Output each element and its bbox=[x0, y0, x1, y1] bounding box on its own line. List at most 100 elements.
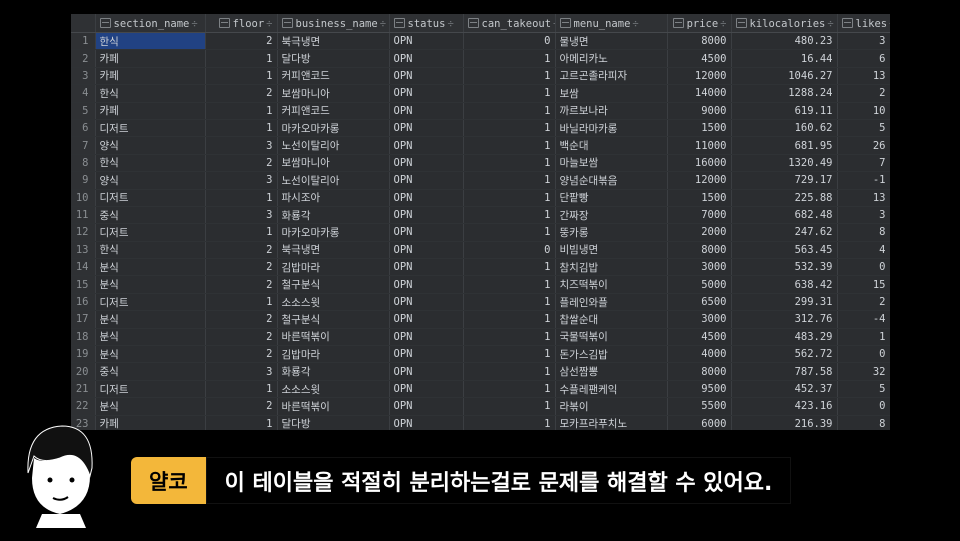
cell-kilocalories[interactable]: 1288.24 bbox=[731, 84, 838, 103]
cell-floor[interactable]: 1 bbox=[205, 67, 278, 86]
cell-can-takeout[interactable]: 1 bbox=[463, 328, 556, 347]
cell-status[interactable]: OPN bbox=[389, 49, 464, 68]
column-header-can-takeout[interactable]: can_takeout÷ bbox=[463, 14, 556, 33]
cell-floor[interactable]: 1 bbox=[205, 119, 278, 138]
cell-section-name[interactable]: 양식 bbox=[95, 136, 206, 155]
cell-price[interactable]: 7000 bbox=[667, 206, 732, 225]
cell-floor[interactable]: 3 bbox=[205, 362, 278, 381]
cell-kilocalories[interactable]: 483.29 bbox=[731, 328, 838, 347]
cell-business-name[interactable]: 화룡각 bbox=[277, 206, 390, 225]
cell-status[interactable]: OPN bbox=[389, 397, 464, 416]
cell-status[interactable]: OPN bbox=[389, 171, 464, 190]
cell-menu-name[interactable]: 보쌈 bbox=[555, 84, 668, 103]
cell-can-takeout[interactable]: 1 bbox=[463, 189, 556, 207]
cell-status[interactable]: OPN bbox=[389, 189, 464, 207]
cell-status[interactable]: OPN bbox=[389, 328, 464, 347]
cell-floor[interactable]: 2 bbox=[205, 241, 278, 260]
cell-section-name[interactable]: 한식 bbox=[95, 32, 206, 51]
cell-can-takeout[interactable]: 1 bbox=[463, 362, 556, 381]
column-header-business-name[interactable]: business_name ÷ bbox=[277, 14, 390, 33]
cell-menu-name[interactable]: 참치김밥 bbox=[555, 258, 668, 277]
cell-likes[interactable]: 13 bbox=[837, 67, 890, 86]
cell-kilocalories[interactable]: 312.76 bbox=[731, 310, 838, 329]
cell-business-name[interactable]: 커피앤코드 bbox=[277, 102, 390, 120]
cell-price[interactable]: 11000 bbox=[667, 136, 732, 155]
cell-kilocalories[interactable]: 1320.49 bbox=[731, 154, 838, 173]
cell-price[interactable]: 4000 bbox=[667, 345, 732, 364]
cell-section-name[interactable]: 분식 bbox=[95, 328, 206, 347]
cell-floor[interactable]: 3 bbox=[205, 171, 278, 190]
cell-likes[interactable]: 7 bbox=[837, 154, 890, 173]
table-row[interactable]: 17 분식 2 철구분식 OPN 1 찹쌀순대 3000 312.76 -4 bbox=[71, 310, 890, 329]
cell-kilocalories[interactable]: 247.62 bbox=[731, 223, 838, 242]
cell-likes[interactable]: 2 bbox=[837, 293, 890, 312]
cell-likes[interactable]: 0 bbox=[837, 345, 890, 364]
cell-menu-name[interactable]: 고르곤졸라피자 bbox=[555, 67, 668, 86]
column-header-likes[interactable]: likes÷ bbox=[837, 14, 890, 33]
table-row[interactable]: 6 디저트 1 마카오마카롱 OPN 1 바닐라마카롱 1500 160.62 5 bbox=[71, 119, 890, 138]
cell-status[interactable]: OPN bbox=[389, 102, 464, 120]
table-row[interactable]: 7 양식 3 노선이탈리아 OPN 1 백순대 11000 681.95 26 bbox=[71, 136, 890, 155]
cell-business-name[interactable]: 보쌈마니아 bbox=[277, 84, 390, 103]
cell-business-name[interactable]: 소소스윗 bbox=[277, 380, 390, 399]
cell-menu-name[interactable]: 백순대 bbox=[555, 136, 668, 155]
cell-business-name[interactable]: 노선이탈리아 bbox=[277, 136, 390, 155]
cell-section-name[interactable]: 카페 bbox=[95, 67, 206, 86]
cell-can-takeout[interactable]: 1 bbox=[463, 415, 556, 430]
cell-status[interactable]: OPN bbox=[389, 258, 464, 277]
cell-menu-name[interactable]: 돈가스김밥 bbox=[555, 345, 668, 364]
cell-floor[interactable]: 2 bbox=[205, 154, 278, 173]
cell-business-name[interactable]: 파시조아 bbox=[277, 189, 390, 207]
cell-price[interactable]: 2000 bbox=[667, 223, 732, 242]
cell-menu-name[interactable]: 마늘보쌈 bbox=[555, 154, 668, 173]
cell-price[interactable]: 1500 bbox=[667, 189, 732, 207]
cell-price[interactable]: 3000 bbox=[667, 310, 732, 329]
cell-kilocalories[interactable]: 729.17 bbox=[731, 171, 838, 190]
cell-floor[interactable]: 2 bbox=[205, 275, 278, 294]
cell-floor[interactable]: 1 bbox=[205, 49, 278, 68]
table-row[interactable]: 5 카페 1 커피앤코드 OPN 1 까르보나라 9000 619.11 10 bbox=[71, 102, 890, 120]
cell-floor[interactable]: 1 bbox=[205, 415, 278, 430]
cell-menu-name[interactable]: 까르보나라 bbox=[555, 102, 668, 120]
cell-likes[interactable]: 8 bbox=[837, 223, 890, 242]
cell-status[interactable]: OPN bbox=[389, 154, 464, 173]
cell-kilocalories[interactable]: 299.31 bbox=[731, 293, 838, 312]
sort-icon[interactable]: ÷ bbox=[889, 18, 890, 30]
cell-kilocalories[interactable]: 216.39 bbox=[731, 415, 838, 430]
cell-can-takeout[interactable]: 1 bbox=[463, 119, 556, 138]
cell-business-name[interactable]: 북극냉면 bbox=[277, 32, 390, 51]
cell-section-name[interactable]: 한식 bbox=[95, 84, 206, 103]
cell-menu-name[interactable]: 바닐라마카롱 bbox=[555, 119, 668, 138]
cell-business-name[interactable]: 김밥마라 bbox=[277, 258, 390, 277]
table-row[interactable]: 18 분식 2 바른떡볶이 OPN 1 국물떡볶이 4500 483.29 1 bbox=[71, 328, 890, 347]
cell-can-takeout[interactable]: 1 bbox=[463, 223, 556, 242]
table-row[interactable]: 4 한식 2 보쌈마니아 OPN 1 보쌈 14000 1288.24 2 bbox=[71, 84, 890, 103]
cell-business-name[interactable]: 북극냉면 bbox=[277, 241, 390, 260]
cell-business-name[interactable]: 마카오마카롱 bbox=[277, 223, 390, 242]
sort-icon[interactable]: ÷ bbox=[720, 18, 726, 30]
cell-business-name[interactable]: 바른떡볶이 bbox=[277, 397, 390, 416]
cell-kilocalories[interactable]: 562.72 bbox=[731, 345, 838, 364]
cell-section-name[interactable]: 분식 bbox=[95, 345, 206, 364]
cell-menu-name[interactable]: 국물떡볶이 bbox=[555, 328, 668, 347]
cell-kilocalories[interactable]: 681.95 bbox=[731, 136, 838, 155]
cell-can-takeout[interactable]: 1 bbox=[463, 275, 556, 294]
cell-likes[interactable]: 4 bbox=[837, 241, 890, 260]
query-result-grid[interactable]: section_name ÷ floor ÷ business_name ÷ status ÷… bbox=[71, 14, 890, 430]
cell-floor[interactable]: 3 bbox=[205, 136, 278, 155]
column-header-section-name[interactable]: section_name ÷ bbox=[95, 14, 206, 33]
cell-likes[interactable]: 8 bbox=[837, 415, 890, 430]
cell-status[interactable]: OPN bbox=[389, 119, 464, 138]
cell-likes[interactable]: -1 bbox=[837, 171, 890, 190]
cell-menu-name[interactable]: 삼선짬뽕 bbox=[555, 362, 668, 381]
cell-likes[interactable]: 32 bbox=[837, 362, 890, 381]
sort-icon[interactable]: ÷ bbox=[266, 18, 272, 30]
cell-kilocalories[interactable]: 619.11 bbox=[731, 102, 838, 120]
cell-business-name[interactable]: 마카오마카롱 bbox=[277, 119, 390, 138]
cell-price[interactable]: 8000 bbox=[667, 32, 732, 51]
cell-can-takeout[interactable]: 1 bbox=[463, 397, 556, 416]
cell-business-name[interactable]: 소소스윗 bbox=[277, 293, 390, 312]
cell-likes[interactable]: 3 bbox=[837, 206, 890, 225]
cell-section-name[interactable]: 카페 bbox=[95, 415, 206, 430]
cell-price[interactable]: 5000 bbox=[667, 275, 732, 294]
